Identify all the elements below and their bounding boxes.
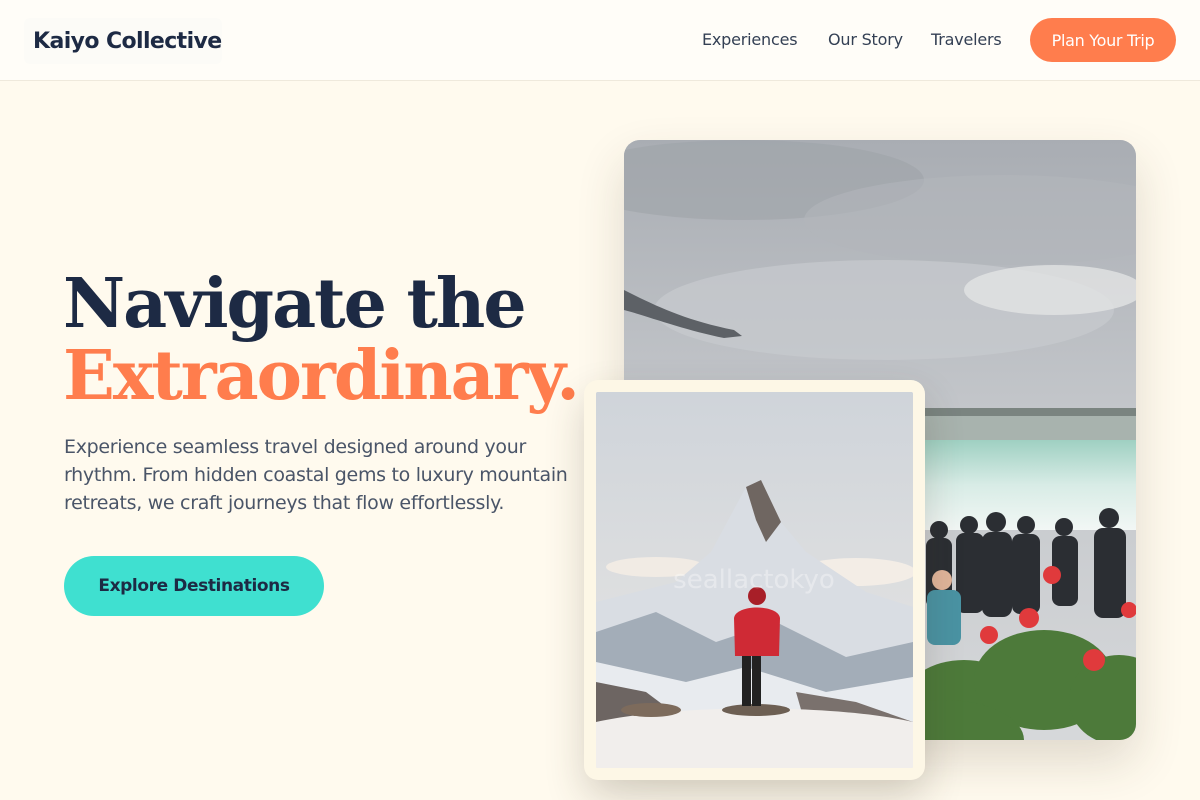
mountain-photo-card: seallactokyo xyxy=(584,380,925,780)
svg-text:seallactokyo: seallactokyo xyxy=(673,565,835,595)
mountain-hiker-photo: seallactokyo xyxy=(596,392,913,768)
brand-logo[interactable]: Kaiyo Collective xyxy=(24,18,222,64)
site-header: Kaiyo Collective Experiences Our Story T… xyxy=(0,0,1200,81)
nav-link-experiences[interactable]: Experiences xyxy=(702,30,798,49)
hero-subtext: Experience seamless travel designed arou… xyxy=(64,436,568,514)
hero-headline: Navigate the Extraordinary. xyxy=(63,268,583,412)
nav-link-our-story[interactable]: Our Story xyxy=(828,30,903,49)
nav-link-travelers[interactable]: Travelers xyxy=(931,30,1002,49)
plan-trip-button[interactable]: Plan Your Trip xyxy=(1030,18,1176,62)
explore-destinations-button[interactable]: Explore Destinations xyxy=(64,556,324,616)
mountain-scene-illustration: seallactokyo xyxy=(596,392,913,768)
headline-line-1: Navigate the xyxy=(63,264,527,344)
headline-line-2: Extraordinary. xyxy=(63,336,580,416)
